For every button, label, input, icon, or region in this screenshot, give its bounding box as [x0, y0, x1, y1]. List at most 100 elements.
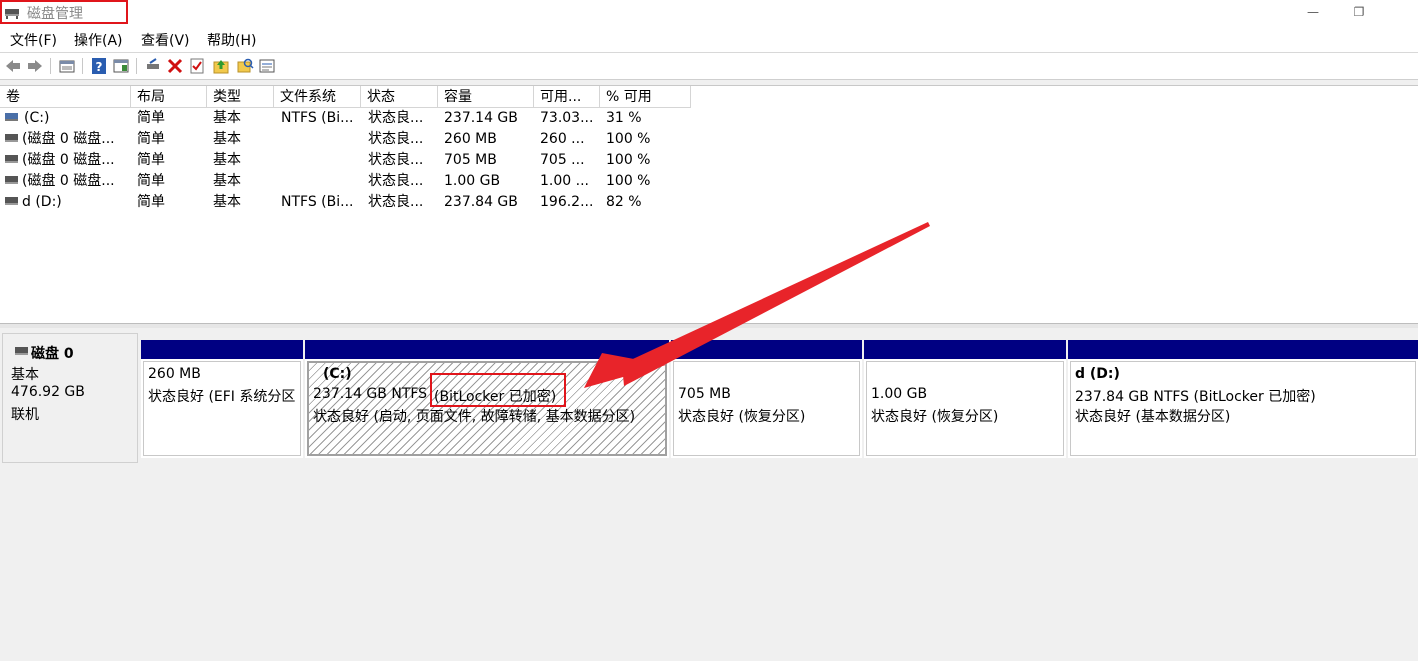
toolbar: ?	[0, 53, 1418, 80]
row-type: 基本	[213, 152, 241, 168]
row-free: 73.03...	[540, 110, 594, 126]
partition-name: (C:)	[323, 366, 352, 382]
table-row[interactable]: (磁盘 0 磁盘... 简单 基本 状态良... 260 MB 260 ... …	[0, 129, 700, 150]
row-percent-free: 100 %	[606, 131, 651, 147]
partition-recovery-705[interactable]: 705 MB 状态良好 (恢复分区)	[671, 340, 862, 458]
partition-status: 状态良好 (基本数据分区)	[1075, 409, 1231, 425]
disk-state: 联机	[11, 407, 39, 423]
row-type: 基本	[213, 194, 241, 210]
volume-drive-icon	[5, 113, 18, 121]
row-status: 状态良...	[368, 173, 424, 189]
check-icon[interactable]	[188, 57, 206, 75]
row-free: 260 ...	[540, 131, 585, 147]
row-layout: 简单	[137, 194, 165, 210]
partition-bar	[305, 340, 669, 359]
restore-icon[interactable]: ❐	[1336, 0, 1382, 24]
table-row[interactable]: (磁盘 0 磁盘... 简单 基本 状态良... 705 MB 705 ... …	[0, 150, 700, 171]
row-percent-free: 100 %	[606, 152, 651, 168]
disk-icon	[15, 347, 28, 355]
column-percent-free[interactable]: % 可用	[600, 86, 691, 108]
partition-body: 1.00 GB 状态良好 (恢复分区)	[866, 361, 1064, 456]
row-filesystem: NTFS (Bi...	[281, 194, 354, 210]
partition-status: 状态良好 (恢复分区)	[871, 409, 999, 425]
column-layout[interactable]: 布局	[131, 86, 207, 108]
console-view-icon[interactable]	[112, 57, 130, 75]
row-layout: 简单	[137, 131, 165, 147]
partition-efi[interactable]: 260 MB 状态良好 (EFI 系统分区	[141, 340, 303, 458]
partition-size-fs: 237.14 GB NTFS	[313, 386, 428, 402]
row-type: 基本	[213, 131, 241, 147]
column-type[interactable]: 类型	[207, 86, 274, 108]
column-filesystem[interactable]: 文件系统	[274, 86, 361, 108]
up-folder-icon[interactable]	[212, 57, 230, 75]
volume-drive-icon	[5, 197, 18, 205]
row-capacity: 237.84 GB	[444, 194, 518, 210]
table-row[interactable]: d (D:) 简单 基本 NTFS (Bi... 状态良... 237.84 G…	[0, 192, 700, 213]
settings-list-icon[interactable]	[258, 57, 276, 75]
partition-name: d (D:)	[1075, 366, 1120, 382]
partition-body: 260 MB 状态良好 (EFI 系统分区	[143, 361, 301, 456]
column-free[interactable]: 可用...	[534, 86, 600, 108]
search-folder-icon[interactable]	[236, 57, 254, 75]
row-capacity: 705 MB	[444, 152, 497, 168]
column-capacity[interactable]: 容量	[438, 86, 534, 108]
row-volume: d (D:)	[22, 194, 62, 210]
row-capacity: 1.00 GB	[444, 173, 501, 189]
partition-status: 状态良好 (EFI 系统分区	[148, 389, 296, 405]
partition-d[interactable]: d (D:) 237.84 GB NTFS (BitLocker 已加密) 状态…	[1068, 340, 1418, 458]
column-volume[interactable]: 卷	[0, 86, 131, 108]
title-highlight-box	[0, 0, 128, 24]
column-status[interactable]: 状态	[361, 86, 438, 108]
row-capacity: 260 MB	[444, 131, 497, 147]
row-volume: (C:)	[24, 110, 50, 126]
partition-size: 260 MB	[148, 366, 201, 382]
help-icon[interactable]: ?	[90, 57, 108, 75]
table-row[interactable]: (C:) 简单 基本 NTFS (Bi... 状态良... 237.14 GB …	[0, 108, 700, 129]
partition-bar	[671, 340, 862, 359]
row-percent-free: 100 %	[606, 173, 651, 189]
row-volume: (磁盘 0 磁盘...	[22, 173, 115, 189]
row-free: 196.2...	[540, 194, 594, 210]
disk-graph-view: 磁盘 0 基本 476.92 GB 联机 260 MB 状态良好 (EFI 系统…	[0, 328, 1418, 661]
row-layout: 简单	[137, 173, 165, 189]
partition-bar	[864, 340, 1066, 359]
bitlocker-highlight-box	[430, 373, 566, 407]
volume-drive-icon	[5, 134, 18, 142]
toolbar-separator	[136, 58, 137, 74]
row-free: 1.00 ...	[540, 173, 589, 189]
row-type: 基本	[213, 173, 241, 189]
disk-size: 476.92 GB	[11, 384, 85, 400]
row-capacity: 237.14 GB	[444, 110, 518, 126]
forward-arrow-icon[interactable]	[26, 57, 44, 75]
disk-type: 基本	[11, 367, 39, 383]
row-status: 状态良...	[368, 131, 424, 147]
partition-body: 705 MB 状态良好 (恢复分区)	[673, 361, 860, 456]
delete-icon[interactable]	[166, 57, 184, 75]
connect-drive-icon[interactable]	[144, 57, 162, 75]
back-arrow-icon[interactable]	[4, 57, 22, 75]
table-row[interactable]: (磁盘 0 磁盘... 简单 基本 状态良... 1.00 GB 1.00 ..…	[0, 171, 700, 192]
row-volume: (磁盘 0 磁盘...	[22, 131, 115, 147]
volume-drive-icon	[5, 176, 18, 184]
toolbar-separator	[50, 58, 51, 74]
partition-recovery-1gb[interactable]: 1.00 GB 状态良好 (恢复分区)	[864, 340, 1066, 458]
row-percent-free: 82 %	[606, 194, 642, 210]
menu-view[interactable]: 查看(V)	[141, 30, 190, 50]
row-status: 状态良...	[368, 194, 424, 210]
row-status: 状态良...	[368, 152, 424, 168]
partition-status: 状态良好 (恢复分区)	[678, 409, 806, 425]
disk-0-label[interactable]: 磁盘 0 基本 476.92 GB 联机	[2, 333, 138, 463]
row-type: 基本	[213, 110, 241, 126]
disk-name: 磁盘 0	[31, 346, 74, 362]
row-volume: (磁盘 0 磁盘...	[22, 152, 115, 168]
menu-help[interactable]: 帮助(H)	[207, 30, 256, 50]
partition-status: 状态良好 (启动, 页面文件, 故障转储, 基本数据分区)	[313, 409, 636, 425]
title-bar: 磁盘管理 — ❐	[0, 0, 1418, 26]
minimize-icon[interactable]: —	[1290, 0, 1336, 24]
menu-action[interactable]: 操作(A)	[74, 30, 123, 50]
menu-bar: 文件(F) 操作(A) 查看(V) 帮助(H)	[0, 26, 1418, 53]
row-free: 705 ...	[540, 152, 585, 168]
properties-icon[interactable]	[58, 57, 76, 75]
partition-bar	[141, 340, 303, 359]
menu-file[interactable]: 文件(F)	[10, 30, 57, 50]
